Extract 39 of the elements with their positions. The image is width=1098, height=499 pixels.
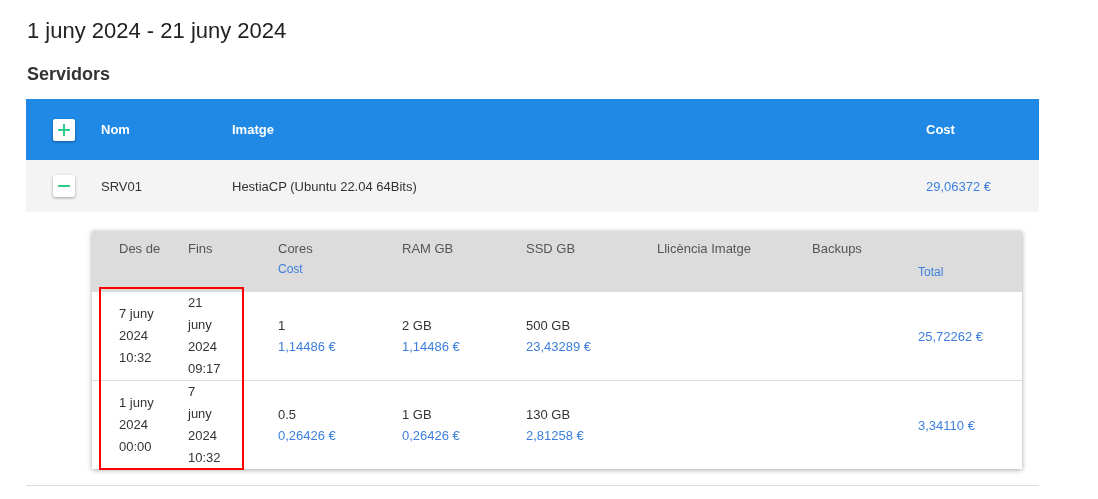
plus-icon	[58, 123, 70, 136]
column-header: Des de	[119, 241, 162, 256]
server-cost: 29,06372 €	[926, 178, 992, 194]
spec-value: 1 GB	[402, 407, 432, 422]
minus-icon	[58, 185, 70, 187]
column-header: Cost	[926, 122, 955, 137]
total-cost: 3,34110 €	[918, 417, 976, 433]
column-header: Backups	[812, 241, 863, 256]
server-name: SRV01	[101, 178, 143, 194]
column-header: SSD GB	[526, 241, 577, 256]
page-title: 1 juny 2024 - 21 juny 2024	[27, 17, 287, 45]
column-header: Nom	[101, 122, 131, 137]
column-header: Imatge	[232, 122, 275, 137]
expand-toggle[interactable]	[53, 175, 75, 197]
cost-value: 1,14486 €	[402, 339, 460, 354]
column-subheader: Total	[918, 265, 945, 279]
start-date: 7 juny 2024 10:32	[119, 305, 155, 367]
end-date: 7 juny 2024 10:32	[188, 383, 222, 467]
spec-value: 2 GB	[402, 318, 432, 333]
cost-value: 0,26426 €	[278, 428, 336, 443]
add-button[interactable]	[53, 118, 75, 141]
section-title: Servidors	[27, 63, 111, 86]
server-image: HestiaCP (Ubuntu 22.04 64Bits)	[232, 178, 418, 194]
spec-value: 0.5	[278, 407, 297, 422]
cost-value: 1,14486 €	[278, 339, 336, 354]
column-header: Cores	[278, 241, 314, 256]
spec-value: 1	[278, 318, 286, 333]
column-header: Llicència Imatge	[657, 241, 752, 256]
column-header: RAM GB	[402, 241, 455, 256]
cost-value: 23,43289 €	[526, 339, 592, 354]
column-subheader: Cost	[278, 262, 304, 276]
column-header: Fins	[188, 241, 214, 256]
start-date: 1 juny 2024 00:00	[119, 394, 155, 456]
spec-value: 500 GB	[526, 318, 571, 333]
total-cost: 25,72262 €	[918, 328, 985, 344]
spec-value: 130 GB	[526, 407, 571, 422]
cost-value: 2,81258 €	[526, 428, 584, 443]
cost-value: 0,26426 €	[402, 428, 460, 443]
end-date: 21 juny 2024 09:17	[188, 294, 222, 378]
